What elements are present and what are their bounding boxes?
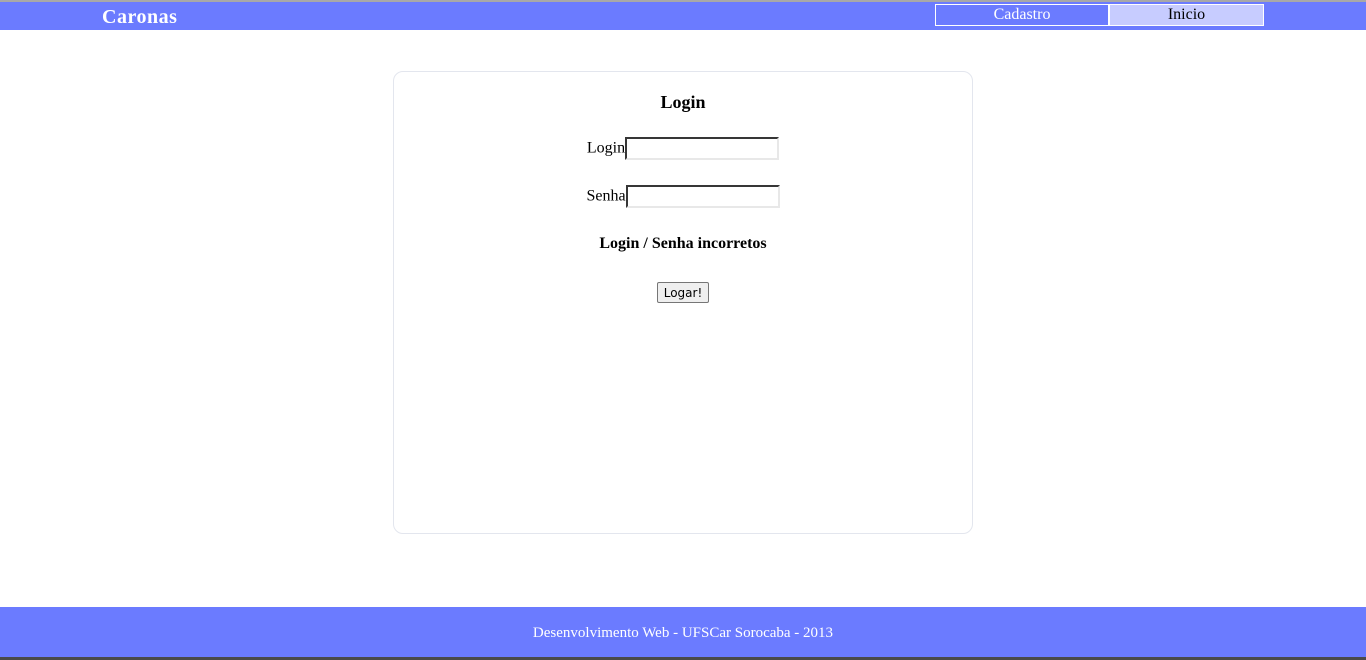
footer-text: Desenvolvimento Web - UFSCar Sorocaba - … <box>532 625 834 641</box>
login-card: Login Login Senha Login / Senha incorret… <box>393 71 973 534</box>
login-input[interactable] <box>625 137 780 160</box>
login-label: Login <box>586 139 626 157</box>
submit-wrap: Logar! <box>394 282 972 303</box>
error-message: Login / Senha incorretos <box>599 235 767 252</box>
footer-bar: Desenvolvimento Web - UFSCar Sorocaba - … <box>0 607 1366 657</box>
nav-item-cadastro[interactable]: Cadastro <box>935 4 1109 26</box>
top-header-bar: Caronas Cadastro Inicio <box>0 2 1366 30</box>
senha-input[interactable] <box>625 185 780 208</box>
logar-button[interactable]: Logar! <box>656 282 710 303</box>
nav-item-inicio[interactable]: Inicio <box>1109 4 1264 26</box>
login-row: Login <box>394 137 972 160</box>
senha-row: Senha <box>394 185 972 208</box>
senha-label: Senha <box>586 187 626 205</box>
site-brand[interactable]: Caronas <box>102 6 177 29</box>
login-title: Login <box>660 92 706 112</box>
